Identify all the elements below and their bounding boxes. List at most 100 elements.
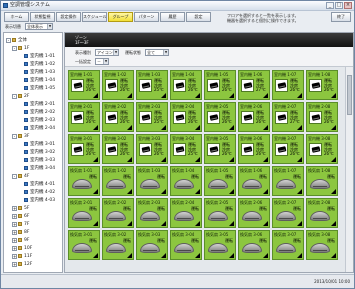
- unit-tile[interactable]: 換気扇 2-08 運転: [306, 198, 338, 228]
- unit-tile[interactable]: 換気扇 2-07 運転: [272, 198, 304, 228]
- expand-icon[interactable]: +: [12, 221, 17, 227]
- unit-tile[interactable]: 室内機 2-08 運転 冷房 26℃: [306, 102, 338, 132]
- unit-tile[interactable]: 換気扇 2-02 運転: [102, 198, 134, 228]
- toolbar-button[interactable]: グループ: [108, 12, 133, 22]
- unit-tile[interactable]: 換気扇 3-02 運転: [102, 230, 134, 260]
- unit-tile[interactable]: 換気扇 1-02 運転: [102, 166, 134, 196]
- unit-tile[interactable]: 換気扇 3-01 運転: [68, 230, 100, 260]
- expand-icon[interactable]: +: [12, 261, 17, 267]
- expand-icon[interactable]: +: [12, 245, 17, 251]
- unit-tile[interactable]: 室内機 3-05 運転 冷房 26℃: [204, 134, 236, 164]
- unit-tile[interactable]: 換気扇 1-01 運転: [68, 166, 100, 196]
- tree-item[interactable]: +12F: [4, 260, 62, 268]
- unit-tile[interactable]: 室内機 1-08 運転 冷房 26℃: [306, 70, 338, 100]
- tree-item[interactable]: +10F: [4, 244, 62, 252]
- expand-icon[interactable]: +: [12, 229, 17, 235]
- minimize-button[interactable]: _: [326, 2, 334, 9]
- unit-tile[interactable]: 室内機 3-06 運転 冷房 26℃: [238, 134, 270, 164]
- unit-tile[interactable]: 換気扇 3-06 運転: [238, 230, 270, 260]
- tree-item[interactable]: 室内機 2-02: [4, 108, 62, 116]
- batch-setting-select[interactable]: － ▼: [95, 58, 109, 65]
- unit-tile[interactable]: 室内機 2-01 運転 冷房 26℃: [68, 102, 100, 132]
- unit-tile[interactable]: 換気扇 3-03 運転: [136, 230, 168, 260]
- tree-item[interactable]: +5F: [4, 204, 62, 212]
- toolbar-button[interactable]: ホーム: [4, 12, 29, 22]
- unit-tile[interactable]: 室内機 1-07 運転 冷房 26℃: [272, 70, 304, 100]
- maximize-button[interactable]: □: [335, 2, 343, 9]
- tree-item[interactable]: +6F: [4, 212, 62, 220]
- unit-tile[interactable]: 室内機 1-02 運転 冷房 26℃: [102, 70, 134, 100]
- unit-tile[interactable]: 室内機 1-06 運転 冷房 27℃: [238, 70, 270, 100]
- view-switch-select[interactable]: 全体表示 ▼: [25, 23, 53, 30]
- toolbar-button[interactable]: 状態監視: [30, 12, 55, 22]
- collapse-icon[interactable]: -: [12, 45, 17, 51]
- unit-tile[interactable]: 室内機 2-07 運転 冷房 27℃: [272, 102, 304, 132]
- unit-tile[interactable]: 換気扇 2-04 運転: [170, 198, 202, 228]
- expand-icon[interactable]: +: [12, 237, 17, 243]
- toolbar-button[interactable]: 設定: [186, 12, 211, 22]
- tree-item[interactable]: 室内機 2-04: [4, 124, 62, 132]
- tree-item[interactable]: - 1F: [4, 44, 62, 52]
- unit-tile[interactable]: 室内機 1-04 運転 冷房 26℃: [170, 70, 202, 100]
- collapse-icon[interactable]: -: [12, 133, 17, 139]
- unit-tile[interactable]: 換気扇 1-03 運転: [136, 166, 168, 196]
- unit-tile[interactable]: 換気扇 3-04 運転: [170, 230, 202, 260]
- toolbar-button[interactable]: パターン: [134, 12, 159, 22]
- close-button[interactable]: ×: [344, 2, 352, 9]
- unit-tile[interactable]: 換気扇 2-05 運転: [204, 198, 236, 228]
- unit-tile[interactable]: 室内機 3-01 運転 冷房 26℃: [68, 134, 100, 164]
- tree-item[interactable]: 室内機 1-02: [4, 60, 62, 68]
- tree-item[interactable]: 室内機 3-02: [4, 148, 62, 156]
- unit-tile[interactable]: 室内機 2-05 運転 冷房 26℃: [204, 102, 236, 132]
- collapse-icon[interactable]: -: [12, 173, 17, 179]
- run-state-select[interactable]: 全て ▼: [145, 49, 169, 56]
- unit-tile[interactable]: 室内機 2-03 運転 冷房 25℃: [136, 102, 168, 132]
- tree-item[interactable]: 室内機 1-05: [4, 84, 62, 92]
- tree-item[interactable]: +11F: [4, 252, 62, 260]
- scrollbar-thumb[interactable]: [347, 75, 352, 115]
- unit-tile[interactable]: 室内機 2-02 運転 冷房 26℃: [102, 102, 134, 132]
- tree-item[interactable]: 室内機 3-01: [4, 140, 62, 148]
- unit-tile[interactable]: 室内機 1-05 運転 冷房 26℃: [204, 70, 236, 100]
- unit-tile[interactable]: 室内機 1-01 運転 冷房 26℃: [68, 70, 100, 100]
- unit-tile[interactable]: 換気扇 3-07 運転: [272, 230, 304, 260]
- unit-tile[interactable]: 室内機 1-03 運転 冷房 25℃: [136, 70, 168, 100]
- tree-item[interactable]: 室内機 4-03: [4, 196, 62, 204]
- collapse-icon[interactable]: -: [6, 37, 11, 43]
- unit-tile[interactable]: 換気扇 3-05 運転: [204, 230, 236, 260]
- tree-item[interactable]: - 2F: [4, 92, 62, 100]
- tree-item[interactable]: +8F: [4, 228, 62, 236]
- tree-item[interactable]: 室内機 4-02: [4, 188, 62, 196]
- unit-tile[interactable]: 換気扇 1-06 運転: [238, 166, 270, 196]
- unit-tile[interactable]: 換気扇 2-01 運転: [68, 198, 100, 228]
- unit-tile[interactable]: 換気扇 2-06 運転: [238, 198, 270, 228]
- tree-item[interactable]: 室内機 1-01: [4, 52, 62, 60]
- unit-tile[interactable]: 換気扇 1-08 運転: [306, 166, 338, 196]
- tree-item[interactable]: 室内機 3-04: [4, 164, 62, 172]
- tree-item[interactable]: +7F: [4, 220, 62, 228]
- unit-tile[interactable]: 換気扇 1-07 運転: [272, 166, 304, 196]
- tree-item[interactable]: 室内機 2-01: [4, 100, 62, 108]
- unit-tile[interactable]: 換気扇 3-08 運転: [306, 230, 338, 260]
- tree-item[interactable]: - 4F: [4, 172, 62, 180]
- tree-item[interactable]: +9F: [4, 236, 62, 244]
- unit-tile[interactable]: 室内機 3-08 運転 冷房 26℃: [306, 134, 338, 164]
- tree-item[interactable]: 室内機 4-01: [4, 180, 62, 188]
- unit-tile[interactable]: 室内機 3-07 運転 冷房 26℃: [272, 134, 304, 164]
- toolbar-button[interactable]: 履歴: [160, 12, 185, 22]
- unit-tile[interactable]: 換気扇 1-04 運転: [170, 166, 202, 196]
- exit-button[interactable]: 終了: [331, 12, 351, 22]
- tree-item[interactable]: - 全体: [4, 36, 62, 44]
- tree-item[interactable]: 室内機 1-03: [4, 68, 62, 76]
- expand-icon[interactable]: +: [12, 213, 17, 219]
- unit-tile[interactable]: 換気扇 1-05 運転: [204, 166, 236, 196]
- unit-tile[interactable]: 室内機 2-04 運転 冷房 26℃: [170, 102, 202, 132]
- toolbar-button[interactable]: 設定操作: [56, 12, 81, 22]
- tree-item[interactable]: 室内機 2-03: [4, 116, 62, 124]
- tree-item[interactable]: - 3F: [4, 132, 62, 140]
- unit-tile[interactable]: 換気扇 2-03 運転: [136, 198, 168, 228]
- expand-icon[interactable]: +: [12, 205, 17, 211]
- tree-item[interactable]: 室内機 3-03: [4, 156, 62, 164]
- unit-tile[interactable]: 室内機 3-02 運転 冷房 26℃: [102, 134, 134, 164]
- collapse-icon[interactable]: -: [12, 93, 17, 99]
